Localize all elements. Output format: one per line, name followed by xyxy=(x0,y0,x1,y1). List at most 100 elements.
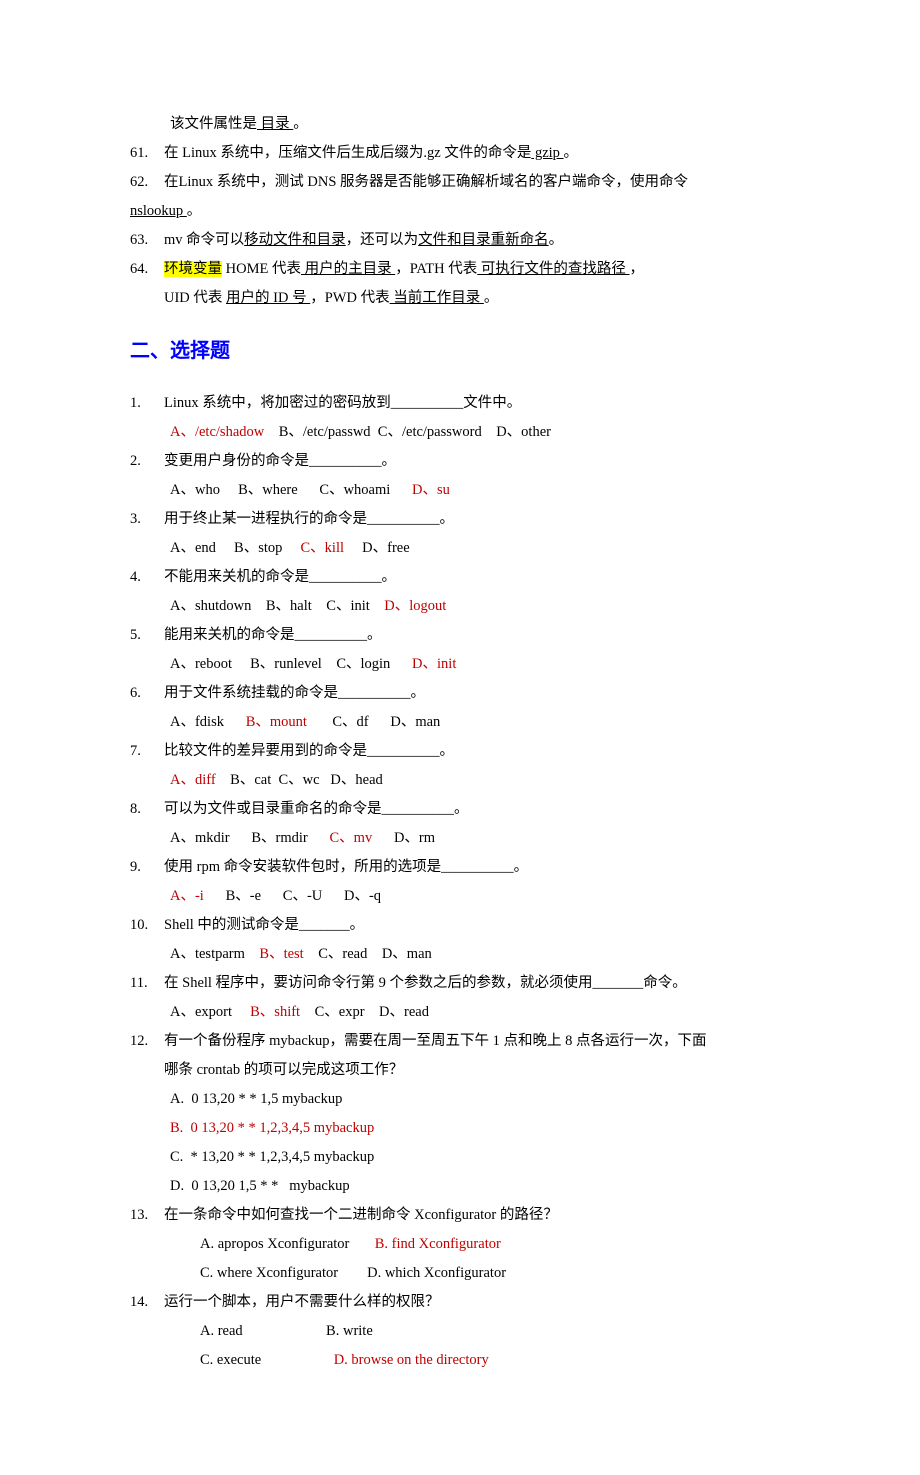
num: 14. xyxy=(130,1288,164,1317)
question: 运行一个脚本，用户不需要什么样的权限？ xyxy=(164,1294,440,1310)
opt-d: D、su xyxy=(412,482,450,498)
question: 不能用来关机的命令是__________。 xyxy=(164,569,396,585)
num: 1. xyxy=(130,389,164,418)
opts: A、testparm xyxy=(170,946,259,962)
mc-q10-opts: A、testparm B、test C、read D、man xyxy=(130,940,775,969)
text: ，PATH 代表 xyxy=(395,261,477,277)
mc-q14: 14. 运行一个脚本，用户不需要什么样的权限？ xyxy=(130,1288,775,1317)
text: 。 xyxy=(293,116,308,132)
opts: A、fdisk xyxy=(170,714,246,730)
opts: A、mkdir B、rmdir xyxy=(170,830,330,846)
opt-d: D. browse on the directory xyxy=(334,1352,489,1368)
answer: 可执行文件的查找路径 xyxy=(477,261,629,277)
opt-cd: C. where Xconfigurator D. which Xconfigu… xyxy=(200,1265,506,1281)
num: 13. xyxy=(130,1201,164,1230)
text: 该文件属性是 xyxy=(170,116,257,132)
mc-q7: 7. 比较文件的差异要用到的命令是__________。 xyxy=(130,737,775,766)
mc-q1-opts: A、/etc/shadow B、/etc/passwd C、/etc/passw… xyxy=(130,418,775,447)
text: 在Linux 系统中，测试 DNS 服务器是否能够正确解析域名的客户端命令，使用… xyxy=(164,174,688,190)
opt-b: B、test xyxy=(259,946,303,962)
mc-q5-opts: A、reboot B、runlevel C、login D、init xyxy=(130,650,775,679)
text: 。 xyxy=(549,232,564,248)
opts: A、who B、where C、whoami xyxy=(170,482,412,498)
answer: 用户的 ID 号 xyxy=(226,290,310,306)
text: 。 xyxy=(187,203,202,219)
opt-a: A、diff xyxy=(170,772,216,788)
mc-q11-opts: A、export B、shift C、expr D、read xyxy=(130,998,775,1027)
question: Linux 系统中，将加密过的密码放到__________文件中。 xyxy=(164,395,521,411)
opts: A、export xyxy=(170,1004,250,1020)
mc-q12: 12. 有一个备份程序 mybackup，需要在周一至周五下午 1 点和晚上 8… xyxy=(130,1027,775,1056)
question: Shell 中的测试命令是_______。 xyxy=(164,917,364,933)
answer: 目录 xyxy=(257,116,293,132)
opts: B、cat C、wc D、head xyxy=(216,772,383,788)
opts: A、shutdown B、halt C、init xyxy=(170,598,384,614)
question: 用于终止某一进程执行的命令是__________。 xyxy=(164,511,454,527)
mc-q8-opts: A、mkdir B、rmdir C、mv D、rm xyxy=(130,824,775,853)
mc-q12-c: C. * 13,20 * * 1,2,3,4,5 mybackup xyxy=(130,1143,775,1172)
opt-a: A、-i xyxy=(170,888,204,904)
q62: 62. 在Linux 系统中，测试 DNS 服务器是否能够正确解析域名的客户端命… xyxy=(130,168,775,197)
mc-q4: 4. 不能用来关机的命令是__________。 xyxy=(130,563,775,592)
q64: 64. 环境变量 HOME 代表 用户的主目录 ，PATH 代表 可执行文件的查… xyxy=(130,255,775,284)
mc-q5: 5. 能用来关机的命令是__________。 xyxy=(130,621,775,650)
q64-cont: UID 代表 用户的 ID 号 ，PWD 代表 当前工作目录 。 xyxy=(130,284,775,313)
mc-q7-opts: A、diff B、cat C、wc D、head xyxy=(130,766,775,795)
opt-b: B、mount xyxy=(246,714,307,730)
num: 4. xyxy=(130,563,164,592)
question: 变更用户身份的命令是__________。 xyxy=(164,453,396,469)
num: 2. xyxy=(130,447,164,476)
underline: 移动文件和目录 xyxy=(244,232,346,248)
question: 比较文件的差异要用到的命令是__________。 xyxy=(164,743,454,759)
opt-d: D. 0 13,20 1,5 * * mybackup xyxy=(170,1178,350,1194)
opts: B、-e C、-U D、-q xyxy=(204,888,381,904)
num: 3. xyxy=(130,505,164,534)
answer: 用户的主目录 xyxy=(301,261,395,277)
num: 10. xyxy=(130,911,164,940)
mc-q14-ab: A. read B. write xyxy=(130,1317,775,1346)
opt-d: D、logout xyxy=(384,598,446,614)
mc-q3-opts: A、end B、stop C、kill D、free xyxy=(130,534,775,563)
text: HOME 代表 xyxy=(222,261,301,277)
q62-cont: nslookup 。 xyxy=(130,197,775,226)
opt-c: C、mv xyxy=(330,830,373,846)
mc-q12-a: A. 0 13,20 * * 1,5 mybackup xyxy=(130,1085,775,1114)
num: 11. xyxy=(130,969,164,998)
mc-q3: 3. 用于终止某一进程执行的命令是__________。 xyxy=(130,505,775,534)
text: ， xyxy=(630,261,645,277)
highlight: 环境变量 xyxy=(164,261,222,277)
opt-c: C. execute xyxy=(200,1352,334,1368)
answer: gzip xyxy=(531,145,563,161)
text: ，PWD 代表 xyxy=(310,290,389,306)
answer: nslookup xyxy=(130,203,187,219)
opt-b: B. find Xconfigurator xyxy=(375,1236,501,1252)
mc-q2-opts: A、who B、where C、whoami D、su xyxy=(130,476,775,505)
num: 62. xyxy=(130,168,164,197)
num: 8. xyxy=(130,795,164,824)
opts: C、read D、man xyxy=(304,946,432,962)
text: 在 Linux 系统中，压缩文件后生成后缀为.gz 文件的命令是 xyxy=(164,145,531,161)
num: 5. xyxy=(130,621,164,650)
num: 63. xyxy=(130,226,164,255)
mc-q13: 13. 在一条命令中如何查找一个二进制命令 Xconfigurator 的路径？ xyxy=(130,1201,775,1230)
opt-a: A. apropos Xconfigurator xyxy=(200,1236,375,1252)
question: 有一个备份程序 mybackup，需要在周一至周五下午 1 点和晚上 8 点各运… xyxy=(164,1033,707,1049)
mc-q13-ab: A. apropos Xconfigurator B. find Xconfig… xyxy=(130,1230,775,1259)
text: ，还可以为 xyxy=(346,232,419,248)
text: UID 代表 xyxy=(164,290,226,306)
mc-q6-opts: A、fdisk B、mount C、df D、man xyxy=(130,708,775,737)
mc-q9: 9. 使用 rpm 命令安装软件包时，所用的选项是__________。 xyxy=(130,853,775,882)
mc-q12-b: B. 0 13,20 * * 1,2,3,4,5 mybackup xyxy=(130,1114,775,1143)
mc-q1: 1. Linux 系统中，将加密过的密码放到__________文件中。 xyxy=(130,389,775,418)
text: 。 xyxy=(564,145,579,161)
opts: D、free xyxy=(344,540,410,556)
question: 能用来关机的命令是__________。 xyxy=(164,627,382,643)
mc-q8: 8. 可以为文件或目录重命名的命令是__________。 xyxy=(130,795,775,824)
opt-c: C. * 13,20 * * 1,2,3,4,5 mybackup xyxy=(170,1149,374,1165)
mc-q12-cont: 哪条 crontab 的项可以完成这项工作？ xyxy=(130,1056,775,1085)
opt-c: C、kill xyxy=(301,540,345,556)
opts: A、reboot B、runlevel C、login xyxy=(170,656,412,672)
mc-q13-cd: C. where Xconfigurator D. which Xconfigu… xyxy=(130,1259,775,1288)
answer: 当前工作目录 xyxy=(390,290,484,306)
opt-b: B、shift xyxy=(250,1004,300,1020)
